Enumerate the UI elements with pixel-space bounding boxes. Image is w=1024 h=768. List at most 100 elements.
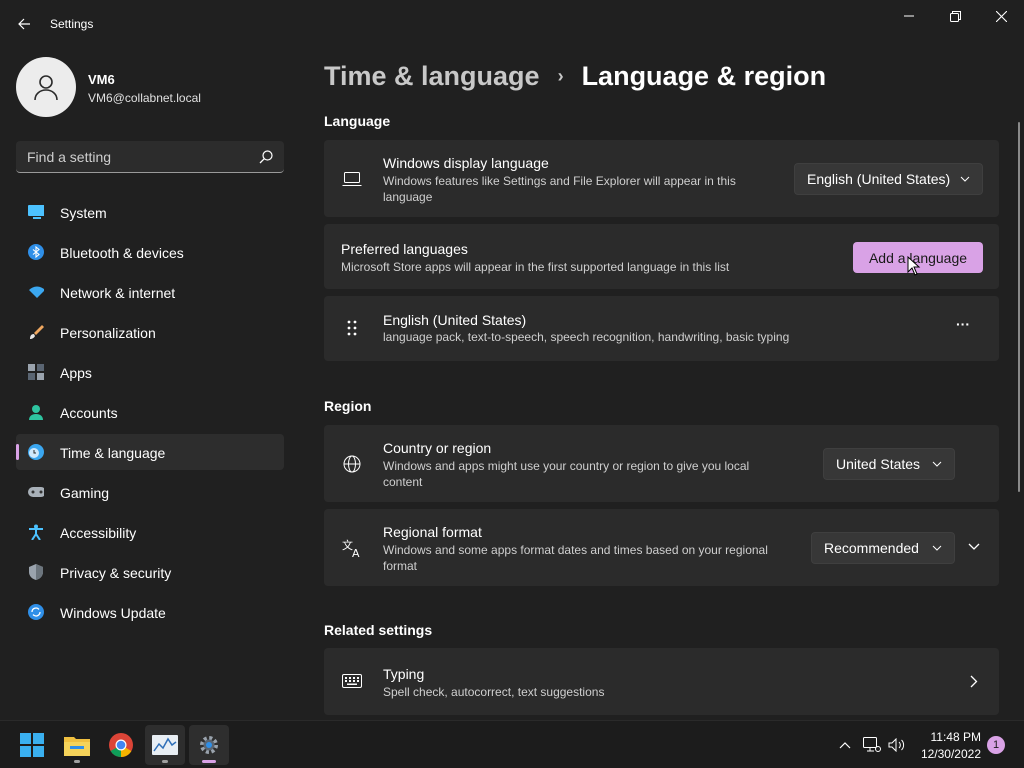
card-description: content — [383, 475, 423, 489]
breadcrumb: Time & language › Language & region — [324, 58, 826, 94]
scrollbar[interactable] — [1018, 122, 1020, 492]
sidebar-item-personalization[interactable]: Personalization — [16, 314, 284, 350]
sidebar-item-label: Bluetooth & devices — [60, 245, 184, 261]
display-language-dropdown[interactable]: English (United States) — [794, 163, 983, 195]
sidebar-item-windows-update[interactable]: Windows Update — [16, 594, 284, 630]
network-tray-button[interactable] — [862, 735, 882, 755]
volume-tray-button[interactable] — [887, 735, 907, 755]
time-language-icon — [28, 444, 44, 460]
windows-logo-icon — [20, 733, 44, 757]
taskbar-file-explorer[interactable] — [57, 725, 97, 765]
card-description: language — [383, 190, 433, 204]
breadcrumb-parent[interactable]: Time & language — [324, 61, 540, 92]
card-title: English (United States) — [383, 312, 527, 328]
system-icon — [28, 204, 44, 220]
sidebar-item-label: Accessibility — [60, 525, 137, 541]
card-description: Windows features like Settings and File … — [383, 174, 736, 188]
sidebar-item-system[interactable]: System — [16, 194, 284, 230]
card-title: Regional format — [383, 524, 482, 540]
clock-date[interactable]: 12/30/2022 — [921, 747, 981, 761]
drag-handle-icon[interactable] — [342, 318, 362, 338]
gear-icon — [200, 736, 218, 754]
card-description: Spell check, autocorrect, text suggestio… — [383, 685, 605, 699]
card-description: language pack, text-to-speech, speech re… — [383, 330, 790, 344]
section-title-language: Language — [324, 113, 391, 129]
gamepad-icon — [28, 484, 44, 500]
clock-time[interactable]: 11:48 PM — [931, 730, 981, 744]
sidebar-item-label: Time & language — [60, 445, 166, 461]
card-description: Windows and apps might use your country … — [383, 459, 750, 473]
title-bar: Settings — [0, 0, 1024, 48]
laptop-icon — [342, 169, 362, 189]
chevron-up-icon — [839, 742, 851, 749]
shield-icon — [28, 564, 44, 580]
card-installed-language[interactable]: English (United States) language pack, t… — [324, 296, 999, 361]
person-icon — [34, 75, 58, 101]
sidebar-item-apps[interactable]: Apps — [16, 354, 284, 390]
sidebar-item-gaming[interactable]: Gaming — [16, 474, 284, 510]
sidebar-item-accessibility[interactable]: Accessibility — [16, 514, 284, 550]
dropdown-value: Recommended — [824, 540, 919, 556]
taskbar-chrome[interactable] — [101, 725, 141, 765]
sidebar-item-privacy[interactable]: Privacy & security — [16, 554, 284, 590]
close-button[interactable] — [978, 4, 1024, 28]
regional-format-dropdown[interactable]: Recommended — [811, 532, 955, 564]
accessibility-icon — [28, 524, 44, 540]
apps-icon — [28, 364, 44, 380]
card-typing[interactable]: Typing Spell check, autocorrect, text su… — [324, 648, 999, 715]
country-region-dropdown[interactable]: United States — [823, 448, 955, 480]
card-description: Windows and some apps format dates and t… — [383, 543, 768, 557]
avatar — [16, 57, 76, 117]
notification-badge[interactable]: 1 — [987, 736, 1005, 754]
running-indicator — [162, 760, 168, 763]
brush-icon — [28, 324, 44, 340]
chevron-down-icon — [932, 461, 942, 467]
card-description: format — [383, 559, 418, 573]
back-arrow-icon — [18, 18, 30, 30]
card-title: Typing — [383, 666, 425, 682]
sidebar-item-label: Personalization — [60, 325, 156, 341]
volume-icon — [888, 738, 905, 752]
folder-icon — [64, 737, 90, 756]
sidebar-item-network[interactable]: Network & internet — [16, 274, 284, 310]
sidebar-item-time-language[interactable]: Time & language — [16, 434, 284, 470]
user-email: VM6@collabnet.local — [88, 91, 201, 105]
dropdown-value: English (United States) — [807, 171, 951, 187]
search-input[interactable] — [16, 141, 248, 172]
accounts-icon — [28, 404, 44, 420]
sidebar-item-label: Gaming — [60, 485, 110, 501]
running-indicator — [202, 760, 216, 763]
minimize-button[interactable] — [886, 4, 932, 28]
wifi-icon — [28, 284, 44, 300]
taskbar-settings[interactable] — [189, 725, 229, 765]
sidebar-item-accounts[interactable]: Accounts — [16, 394, 284, 430]
sidebar-item-label: Accounts — [60, 405, 118, 421]
maximize-button[interactable] — [932, 4, 978, 28]
sidebar-item-bluetooth[interactable]: Bluetooth & devices — [16, 234, 284, 270]
chevron-down-icon — [968, 543, 980, 550]
dropdown-value: United States — [836, 456, 921, 472]
card-display-language: Windows display language Windows feature… — [324, 140, 999, 217]
taskbar: 11:48 PM 12/30/2022 1 — [0, 720, 1024, 768]
chart-app-icon — [152, 735, 178, 755]
taskbar-monitor-app[interactable] — [145, 725, 185, 765]
sidebar-item-label: Privacy & security — [60, 565, 172, 581]
section-title-region: Region — [324, 398, 372, 414]
close-icon — [995, 10, 1007, 22]
mouse-cursor-icon — [907, 256, 921, 276]
back-button[interactable] — [12, 12, 36, 36]
search-icon[interactable] — [258, 149, 274, 165]
expand-button[interactable] — [964, 537, 984, 557]
sidebar-nav: System Bluetooth & devices Network & int… — [16, 194, 284, 634]
card-title: Country or region — [383, 440, 492, 456]
start-button[interactable] — [12, 725, 52, 765]
bluetooth-icon — [28, 244, 44, 260]
more-options-button[interactable]: ··· — [949, 316, 977, 340]
globe-icon — [342, 454, 362, 474]
app-title: Settings — [50, 17, 94, 31]
show-hidden-icons-button[interactable] — [835, 735, 855, 755]
chevron-right-icon — [970, 675, 978, 688]
restore-icon — [949, 10, 961, 22]
chevron-down-icon — [960, 176, 970, 182]
user-profile[interactable]: VM6 VM6@collabnet.local — [16, 57, 286, 117]
